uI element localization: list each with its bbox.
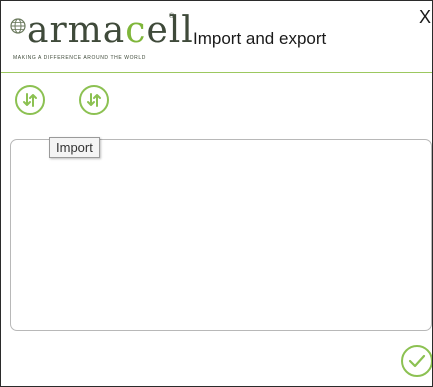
armacell-logo: armacell ® MAKING A DIFFERENCE AROUND TH…	[9, 10, 193, 63]
checkmark-icon	[408, 354, 426, 368]
globe-icon	[10, 18, 26, 34]
logo-accent: c	[125, 10, 147, 51]
import-export-dialog: armacell ® MAKING A DIFFERENCE AROUND TH…	[0, 0, 433, 387]
import-export-icon	[87, 93, 101, 107]
logo-tagline: MAKING A DIFFERENCE AROUND THE WORLD	[13, 55, 146, 61]
close-button[interactable]: X	[419, 7, 431, 28]
import-tooltip: Import	[49, 137, 100, 158]
trademark-mark: ®	[169, 13, 175, 20]
dialog-header: armacell ® MAKING A DIFFERENCE AROUND TH…	[1, 1, 432, 73]
export-button[interactable]	[79, 85, 109, 115]
dialog-title: Import and export	[193, 29, 327, 48]
confirm-button[interactable]	[401, 345, 432, 377]
header-divider	[1, 72, 432, 73]
import-button[interactable]	[15, 85, 45, 115]
content-panel	[10, 139, 432, 331]
import-export-icon	[23, 93, 37, 107]
logo-prefix: arma	[27, 10, 126, 51]
